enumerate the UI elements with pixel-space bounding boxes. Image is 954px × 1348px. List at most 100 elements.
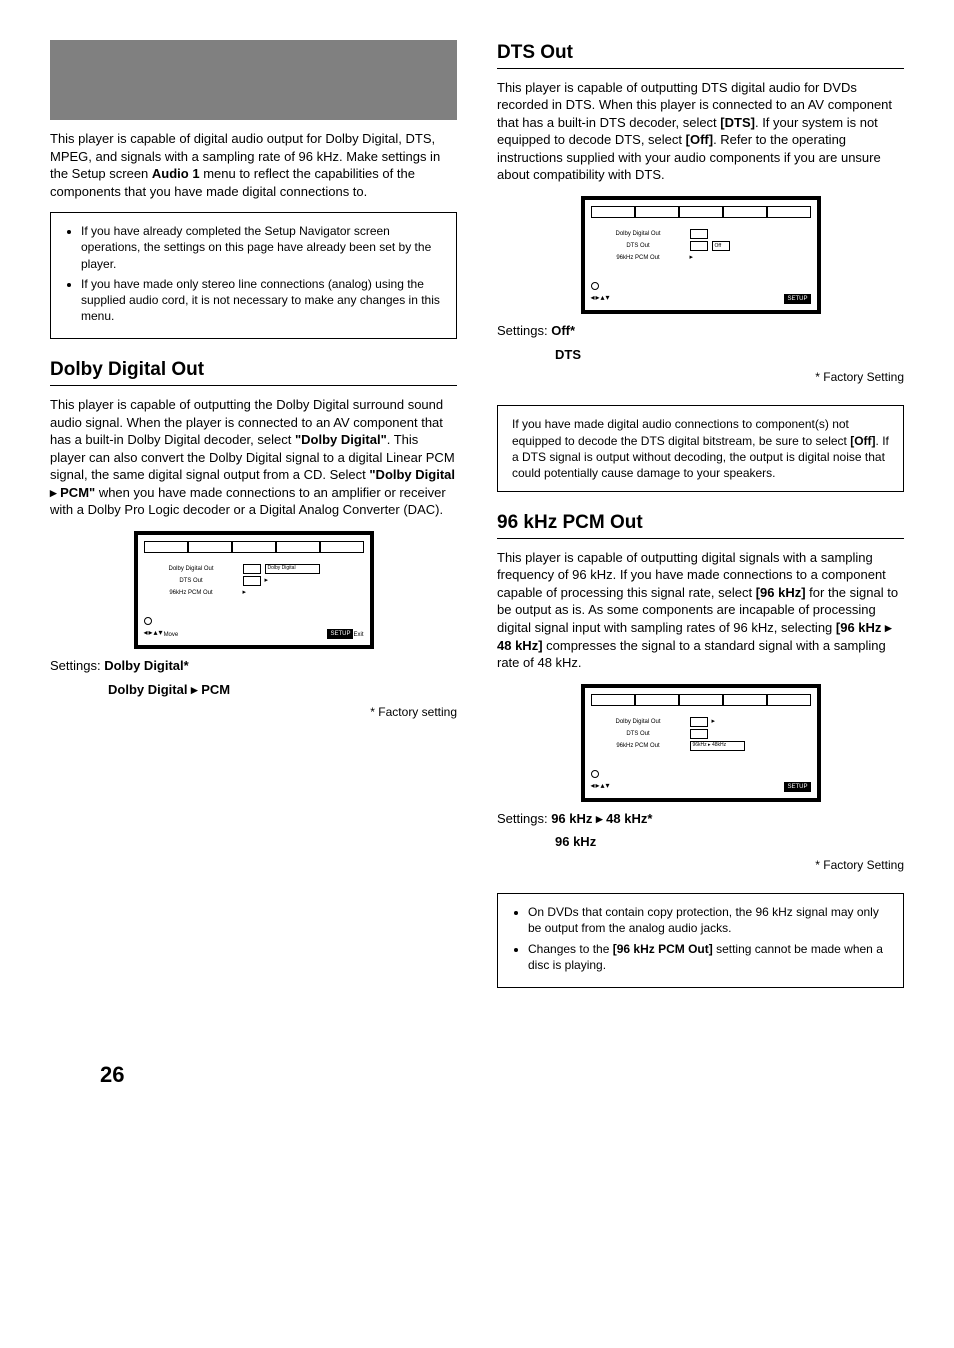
nav-arrows-icon: ◂▸▴▾ bbox=[144, 628, 164, 639]
arrow-right-icon: ▸ bbox=[690, 253, 694, 262]
tab bbox=[723, 694, 767, 706]
menu-row: Dolby Digital Out bbox=[591, 228, 811, 240]
setup-button-label: SETUP bbox=[327, 629, 353, 639]
settings-label: Settings: bbox=[497, 323, 551, 338]
exit-label: Exit bbox=[353, 631, 363, 639]
menu-value-box bbox=[243, 564, 261, 574]
p96-paragraph: This player is capable of outputting dig… bbox=[497, 549, 904, 672]
menu-row: 96kHz PCM Out 96kHz ▸ 48kHz bbox=[591, 740, 811, 752]
settings-line-1b: Dolby Digital ▸ PCM bbox=[108, 681, 457, 699]
tab bbox=[679, 206, 723, 218]
menu-row: 96kHz PCM Out ▸ bbox=[144, 587, 364, 599]
menu-row: Dolby Digital Out Dolby Digital bbox=[144, 563, 364, 575]
settings-label: Settings: bbox=[50, 658, 104, 673]
factory-setting-note: * Factory Setting bbox=[497, 857, 904, 873]
settings-line-2b: DTS bbox=[555, 346, 904, 364]
intro-bold: Audio 1 bbox=[152, 166, 200, 181]
setup-screen-dts: Dolby Digital Out DTS Out Off 96kHz PCM … bbox=[581, 196, 821, 314]
note-bold: [96 kHz PCM Out] bbox=[613, 942, 713, 956]
settings-label: Settings: bbox=[497, 811, 551, 826]
header-graphic-placeholder bbox=[50, 40, 457, 120]
factory-setting-note: * Factory setting bbox=[50, 704, 457, 720]
tab bbox=[144, 541, 188, 553]
menu-value-box bbox=[690, 241, 708, 251]
heading-dolby-digital-out: Dolby Digital Out bbox=[50, 357, 457, 383]
menu-value-box bbox=[690, 729, 708, 739]
p96-bold: [96 kHz] bbox=[756, 585, 806, 600]
dts-paragraph: This player is capable of outputting DTS… bbox=[497, 79, 904, 184]
arrow-right-icon: ▸ bbox=[712, 717, 716, 726]
menu-value: Dolby Digital bbox=[265, 564, 320, 574]
menu-label: DTS Out bbox=[144, 577, 239, 585]
menu-label: 96kHz PCM Out bbox=[144, 589, 239, 597]
settings-line-1: Settings: Dolby Digital* bbox=[50, 657, 457, 675]
tab bbox=[320, 541, 364, 553]
tab bbox=[232, 541, 276, 553]
menu-value-box bbox=[690, 229, 708, 239]
settings-line-3: Settings: 96 kHz ▸ 48 kHz* bbox=[497, 810, 904, 828]
menu-row: DTS Out Off bbox=[591, 240, 811, 252]
tab bbox=[188, 541, 232, 553]
clock-icon bbox=[144, 617, 152, 626]
tab bbox=[276, 541, 320, 553]
tab bbox=[635, 206, 679, 218]
menu-label: DTS Out bbox=[591, 242, 686, 250]
note-text: If you have made digital audio connectio… bbox=[512, 417, 850, 447]
setting-option: 96 kHz ▸ 48 kHz* bbox=[551, 811, 652, 826]
note-box-96khz: On DVDs that contain copy protection, th… bbox=[497, 893, 904, 988]
menu-value-box bbox=[690, 717, 708, 727]
tab bbox=[679, 694, 723, 706]
menu-label: Dolby Digital Out bbox=[591, 230, 686, 238]
setup-button-label: SETUP bbox=[784, 782, 810, 792]
dolby-text-e: when you have made connections to an amp… bbox=[50, 485, 446, 518]
menu-label: DTS Out bbox=[591, 730, 686, 738]
page-number: 26 bbox=[100, 1060, 124, 1090]
setup-button-label: SETUP bbox=[784, 294, 810, 304]
note-bold: [Off] bbox=[850, 434, 875, 448]
menu-value: Off bbox=[712, 241, 730, 251]
rule bbox=[497, 538, 904, 539]
note1-item1: If you have already completed the Setup … bbox=[81, 223, 442, 272]
note1-item2: If you have made only stereo line connec… bbox=[81, 276, 442, 325]
dolby-bold-1: "Dolby Digital" bbox=[295, 432, 387, 447]
settings-line-2: Settings: Off* bbox=[497, 322, 904, 340]
dolby-paragraph: This player is capable of outputting the… bbox=[50, 396, 457, 519]
arrow-right-icon: ▸ bbox=[243, 588, 247, 597]
tab bbox=[635, 694, 679, 706]
setup-screen-96khz: Dolby Digital Out ▸ DTS Out 96kHz PCM Ou… bbox=[581, 684, 821, 802]
setting-option: Off* bbox=[551, 323, 575, 338]
nav-arrows-icon: ◂▸▴▾ bbox=[591, 293, 611, 304]
tab bbox=[767, 694, 811, 706]
note-text: Changes to the bbox=[528, 942, 613, 956]
tab bbox=[591, 206, 635, 218]
setting-option: Dolby Digital ▸ PCM bbox=[108, 682, 230, 697]
tab bbox=[723, 206, 767, 218]
nav-arrows-icon: ◂▸▴▾ bbox=[591, 781, 611, 792]
menu-row: DTS Out ▸ bbox=[144, 575, 364, 587]
dts-bold: [Off] bbox=[686, 132, 713, 147]
note3-item1: On DVDs that contain copy protection, th… bbox=[528, 904, 889, 936]
note-box-dts: If you have made digital audio connectio… bbox=[497, 405, 904, 492]
arrow-right-icon: ▸ bbox=[265, 576, 269, 585]
settings-line-3b: 96 kHz bbox=[555, 833, 904, 851]
menu-label: 96kHz PCM Out bbox=[591, 742, 686, 750]
menu-label: 96kHz PCM Out bbox=[591, 254, 686, 262]
tab bbox=[591, 694, 635, 706]
clock-icon bbox=[591, 770, 599, 779]
heading-dts-out: DTS Out bbox=[497, 40, 904, 66]
p96-text: compresses the signal to a standard sign… bbox=[497, 638, 886, 671]
rule bbox=[497, 68, 904, 69]
heading-96khz-pcm-out: 96 kHz PCM Out bbox=[497, 510, 904, 536]
menu-value-box bbox=[243, 576, 261, 586]
menu-label: Dolby Digital Out bbox=[591, 718, 686, 726]
rule bbox=[50, 385, 457, 386]
note3-item2: Changes to the [96 kHz PCM Out] setting … bbox=[528, 941, 889, 973]
menu-row: Dolby Digital Out ▸ bbox=[591, 716, 811, 728]
clock-icon bbox=[591, 282, 599, 291]
tab bbox=[767, 206, 811, 218]
move-label: Move bbox=[164, 631, 179, 639]
setup-screen-dolby: Dolby Digital Out Dolby Digital DTS Out … bbox=[134, 531, 374, 649]
setting-option: DTS bbox=[555, 347, 581, 362]
factory-setting-note: * Factory Setting bbox=[497, 369, 904, 385]
setting-option: 96 kHz bbox=[555, 834, 596, 849]
